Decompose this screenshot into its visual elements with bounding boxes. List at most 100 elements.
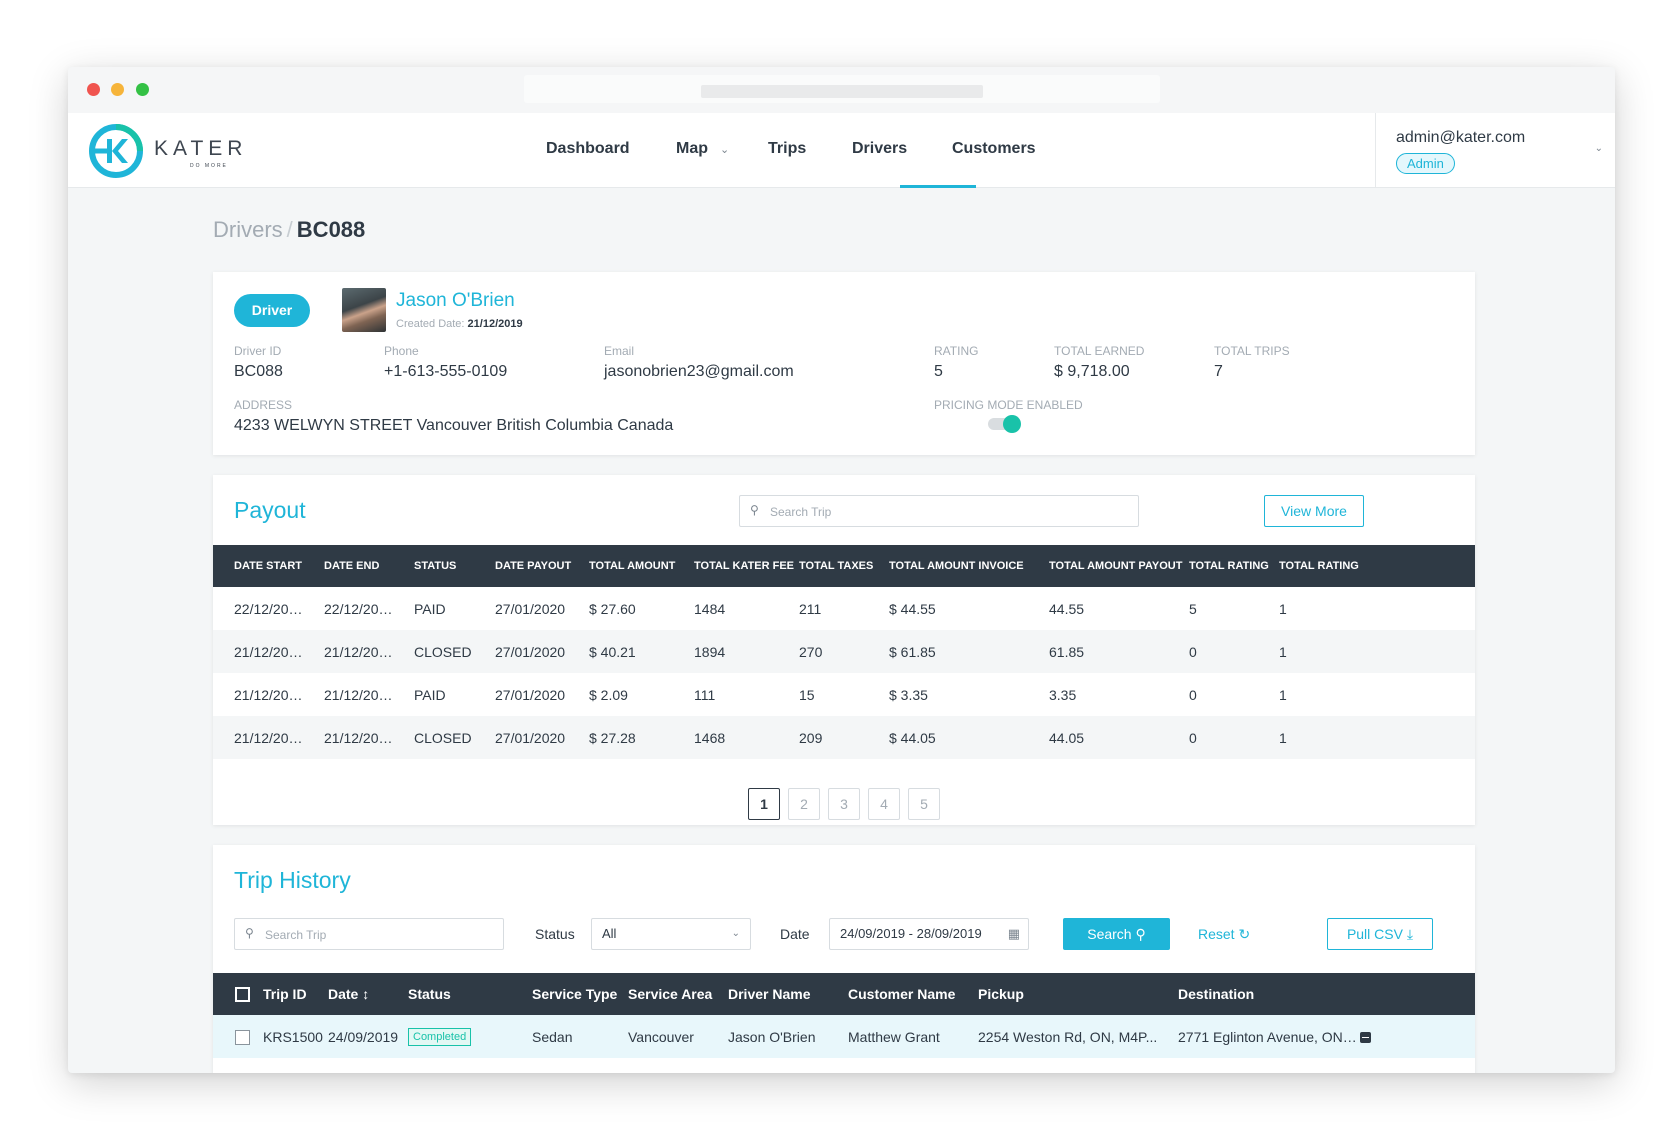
col-status[interactable]: STATUS xyxy=(393,545,474,587)
col-date-end[interactable]: DATE END xyxy=(303,545,393,587)
driver-name-link[interactable]: Jason O'Brien xyxy=(728,1015,848,1058)
pricing-mode-toggle[interactable] xyxy=(988,415,1021,433)
payout-header-row: DATE START DATE END STATUS DATE PAYOUT T… xyxy=(213,545,1475,587)
kater-logo[interactable]: KATER DO MORE xyxy=(88,123,258,179)
cell: 27/01/2020 xyxy=(474,716,568,759)
view-more-button[interactable]: View More xyxy=(1264,495,1364,527)
status-cell: CLOSED xyxy=(393,716,474,759)
trip-header-row: Trip ID Date ↕ Status Service Type Servi… xyxy=(213,973,1475,1015)
email-label: Email xyxy=(604,344,635,358)
col-total-kater-fee[interactable]: TOTAL KATER FEE xyxy=(673,545,794,587)
trip-history-card: Trip History ⚲ Search Trip Status All ⌄ … xyxy=(213,845,1475,1073)
payout-search-input[interactable]: ⚲ Search Trip xyxy=(739,495,1139,527)
page-button[interactable]: 1 xyxy=(748,788,780,820)
table-row[interactable]: 21/12/2019 21/12/2019 CLOSED 27/01/2020 … xyxy=(213,716,1475,759)
cell: 27/01/2020 xyxy=(495,600,566,617)
search-icon: ⚲ xyxy=(1135,926,1146,942)
table-row[interactable]: 21/12/2019 21/12/2019 PAID 27/01/2020 $ … xyxy=(213,673,1475,716)
service-area-cell: Vancouver xyxy=(628,1015,728,1058)
col-service-area[interactable]: Service Area xyxy=(628,973,728,1015)
minimize-window-dot[interactable] xyxy=(111,83,124,96)
page-button[interactable]: 4 xyxy=(868,788,900,820)
pricing-mode-field: PRICING MODE ENABLED xyxy=(934,398,1083,417)
col-date-payout[interactable]: DATE PAYOUT xyxy=(474,545,571,587)
cell: 1894 xyxy=(673,630,778,673)
col-total-rating-2[interactable]: TOTAL RATING xyxy=(1258,545,1475,587)
breadcrumb-current: BC088 xyxy=(296,217,366,242)
page-button[interactable]: 5 xyxy=(908,788,940,820)
payout-table: DATE START DATE END STATUS DATE PAYOUT T… xyxy=(213,545,1475,759)
trip-search-input[interactable]: ⚲ Search Trip xyxy=(234,918,504,950)
cell: 0 xyxy=(1189,686,1197,703)
reset-button[interactable]: Reset ↻ xyxy=(1198,926,1250,943)
sort-icon[interactable]: ↕ xyxy=(362,986,369,1002)
row-checkbox[interactable] xyxy=(235,1029,250,1045)
date-range-input[interactable]: 24/09/2019 - 28/09/2019 ▦ xyxy=(829,918,1029,950)
address-bar[interactable] xyxy=(524,75,1160,103)
date-cell: 24/09/2019 xyxy=(328,1015,408,1058)
cell: 22/12/2019 xyxy=(324,600,393,617)
table-row[interactable]: 21/12/2019 21/12/2019 CLOSED 27/01/2020 … xyxy=(213,630,1475,673)
breadcrumb-parent[interactable]: Drivers xyxy=(213,217,283,242)
nav-dashboard-label: Dashboard xyxy=(546,140,630,157)
cell: $ 27.60 xyxy=(589,600,636,617)
cell: 21/12/2019 xyxy=(303,716,393,759)
cell: $ 3.35 xyxy=(889,686,928,703)
email-field: Email jasonobrien23@gmail.com xyxy=(604,344,794,381)
close-window-dot[interactable] xyxy=(87,83,100,96)
col-service-type[interactable]: Service Type xyxy=(532,973,628,1015)
driver-name: Jason O'Brien xyxy=(396,290,515,311)
nav-drivers[interactable]: Drivers xyxy=(852,113,907,188)
status-filter-value: All xyxy=(602,926,617,941)
select-all-checkbox-cell xyxy=(213,973,263,1015)
table-row[interactable]: 22/12/2019 22/12/2019 PAID 27/01/2020 $ … xyxy=(213,587,1475,630)
nav-customers[interactable]: Customers xyxy=(952,113,1036,188)
rating-value: 5 xyxy=(934,363,943,380)
account-menu[interactable]: admin@kater.com Admin ⌄ xyxy=(1375,113,1615,188)
chevron-down-icon[interactable]: ⌄ xyxy=(1595,143,1603,154)
refresh-icon: ↻ xyxy=(1238,926,1251,942)
col-driver-name[interactable]: Driver Name xyxy=(728,973,848,1015)
date-filter-label: Date xyxy=(780,926,810,942)
collapse-icon[interactable] xyxy=(1360,1032,1371,1044)
select-all-checkbox[interactable] xyxy=(235,987,250,1003)
status-filter-select[interactable]: All ⌄ xyxy=(591,918,751,950)
page-button[interactable]: 3 xyxy=(828,788,860,820)
status-badge: Completed xyxy=(408,1028,472,1046)
col-date[interactable]: Date ↕ xyxy=(328,973,408,1015)
col-total-amount-payout[interactable]: TOTAL AMOUNT PAYOUT xyxy=(1028,545,1182,587)
col-trip-id[interactable]: Trip ID xyxy=(263,973,328,1015)
search-button-label: Search xyxy=(1087,926,1132,942)
download-icon: ⤓ xyxy=(1406,926,1414,942)
browser-window: KATER DO MORE Dashboard Map ⌄ Trips Drive… xyxy=(68,67,1615,1073)
col-destination[interactable]: Destination xyxy=(1178,973,1358,1015)
cell: 0 xyxy=(1168,630,1258,673)
cell: 270 xyxy=(778,630,868,673)
nav-map[interactable]: Map ⌄ xyxy=(676,113,729,188)
pull-csv-button[interactable]: Pull CSV ⤓ xyxy=(1327,918,1433,950)
customer-name-cell: Matthew Grant xyxy=(848,1015,978,1058)
pricing-mode-label: PRICING MODE ENABLED xyxy=(934,398,1083,412)
nav-dashboard[interactable]: Dashboard xyxy=(546,113,630,188)
total-trips-label: TOTAL TRIPS xyxy=(1214,344,1290,358)
search-button[interactable]: Search ⚲ xyxy=(1063,918,1170,950)
trip-search-placeholder: Search Trip xyxy=(265,928,327,942)
nav-trips[interactable]: Trips xyxy=(768,113,806,188)
page-button[interactable]: 2 xyxy=(788,788,820,820)
col-customer-name[interactable]: Customer Name xyxy=(848,973,978,1015)
driver-profile-card: Driver Jason O'Brien Created Date: 21/12… xyxy=(213,272,1475,455)
col-pickup[interactable]: Pickup xyxy=(978,973,1178,1015)
col-status[interactable]: Status xyxy=(408,973,532,1015)
table-row[interactable]: KRS1500 24/09/2019 Completed Sedan Vanco… xyxy=(213,1015,1475,1058)
col-total-amount[interactable]: TOTAL AMOUNT xyxy=(568,545,675,587)
status-cell: PAID xyxy=(414,686,446,703)
created-date-label: Created Date: xyxy=(396,318,465,330)
cell: 209 xyxy=(778,716,868,759)
col-date-start[interactable]: DATE START xyxy=(213,545,303,587)
reset-button-label: Reset xyxy=(1198,926,1235,942)
cell: 1 xyxy=(1258,630,1475,673)
cell: 1 xyxy=(1279,686,1287,703)
created-date-value: 21/12/2019 xyxy=(467,318,523,330)
maximize-window-dot[interactable] xyxy=(136,83,149,96)
col-total-amount-invoice[interactable]: TOTAL AMOUNT INVOICE xyxy=(868,545,1028,587)
